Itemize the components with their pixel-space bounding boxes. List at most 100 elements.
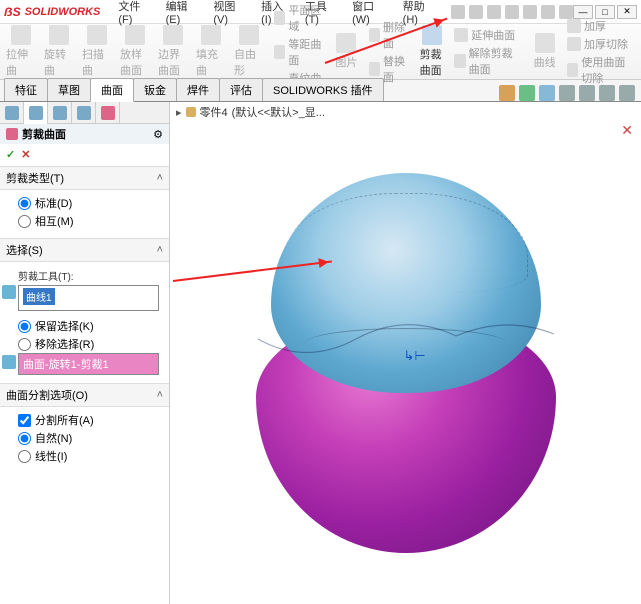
ribbon-curve[interactable]: 曲线 xyxy=(532,33,557,70)
config-icon xyxy=(53,106,67,120)
extrude-icon xyxy=(11,25,31,45)
radio-linear[interactable] xyxy=(18,450,31,463)
ribbon-extend[interactable]: 延伸曲面 xyxy=(454,27,522,43)
surfacecut-icon xyxy=(567,63,578,77)
panel-gear-icon[interactable]: ⚙ xyxy=(153,128,163,141)
breadcrumb[interactable]: ▸ 零件4 (默认<<默认>_显... xyxy=(176,104,325,120)
cancel-button[interactable]: ✕ xyxy=(21,148,30,161)
ribbon-offset[interactable]: 等距曲面 xyxy=(274,36,324,68)
ptab-property[interactable] xyxy=(24,102,48,124)
vt-appearance-icon[interactable] xyxy=(499,85,515,101)
ribbon-trim[interactable]: 剪裁曲面 xyxy=(420,25,445,78)
radio-standard[interactable] xyxy=(18,197,31,210)
tabbar: 特征 草图 曲面 钣金 焊件 评估 SOLIDWORKS 插件 — □ ✕ xyxy=(0,80,641,102)
qat-options-icon[interactable] xyxy=(541,5,555,19)
tab-feature[interactable]: 特征 xyxy=(4,78,48,101)
vt-view-icon[interactable] xyxy=(599,85,615,101)
viewport-close-button[interactable]: ✕ xyxy=(621,122,633,139)
window-close-button[interactable]: ✕ xyxy=(617,5,637,19)
tab-weldment[interactable]: 焊件 xyxy=(176,78,220,101)
vt-hide-icon[interactable] xyxy=(579,85,595,101)
content: 剪裁曲面 ⚙ ✓ ✕ 剪裁类型(T)˄ 标准(D) 相互(M) 选择(S)˄ xyxy=(0,102,641,604)
sweep-icon xyxy=(87,25,107,45)
radio-mutual[interactable] xyxy=(18,215,31,228)
ribbon-revolve[interactable]: 旋转曲 xyxy=(44,25,74,78)
ptab-display[interactable] xyxy=(96,102,120,124)
tab-evaluate[interactable]: 评估 xyxy=(219,78,263,101)
loft-icon xyxy=(125,25,145,45)
section-split-options: 曲面分割选项(O)˄ 分割所有(A) 自然(N) 线性(I) xyxy=(0,383,169,469)
graphics-viewport[interactable]: ▸ 零件4 (默认<<默认>_显... ✕ ↳⊢ xyxy=(170,102,641,604)
property-manager: 剪裁曲面 ⚙ ✓ ✕ 剪裁类型(T)˄ 标准(D) 相互(M) 选择(S)˄ xyxy=(0,102,170,604)
surface-listbox[interactable]: 曲面-旋转1-剪裁1 xyxy=(18,353,159,375)
ribbon-sweep[interactable]: 扫描曲 xyxy=(82,25,112,78)
qat-new-icon[interactable] xyxy=(469,5,483,19)
ribbon-planar[interactable]: 平面区域 xyxy=(274,2,324,34)
tab-sheetmetal[interactable]: 钣金 xyxy=(133,78,177,101)
ribbon-boundary[interactable]: 边界曲面 xyxy=(158,25,188,78)
collapse-icon: ˄ xyxy=(157,244,163,256)
model-egg[interactable]: ↳⊢ xyxy=(256,173,556,553)
trim-tool-label: 剪裁工具(T): xyxy=(18,268,159,283)
radio-natural[interactable] xyxy=(18,432,31,445)
breadcrumb-expand-icon[interactable]: ▸ xyxy=(176,106,182,119)
radio-keep[interactable] xyxy=(18,320,31,333)
brand-label: SOLIDWORKS xyxy=(25,6,101,18)
radio-remove[interactable] xyxy=(18,338,31,351)
qat-print-icon[interactable] xyxy=(523,5,537,19)
menu-view[interactable]: 视图(V) xyxy=(207,0,253,28)
section-selection-header[interactable]: 选择(S)˄ xyxy=(0,238,169,262)
view-toolbar: — □ ✕ xyxy=(499,85,641,101)
window-controls: — □ ✕ xyxy=(573,5,637,19)
ptab-config[interactable] xyxy=(48,102,72,124)
untrim-icon xyxy=(454,54,465,68)
fill-icon xyxy=(201,25,221,45)
menu-file[interactable]: 文件(F) xyxy=(112,0,157,28)
section-split-header[interactable]: 曲面分割选项(O)˄ xyxy=(0,383,169,407)
window-minimize-button[interactable]: — xyxy=(573,5,593,19)
collapse-icon: ˄ xyxy=(157,389,163,401)
part-icon xyxy=(186,107,196,117)
trim-tool-listbox[interactable]: 曲线1 xyxy=(18,285,159,311)
qat-help-icon[interactable] xyxy=(559,5,573,19)
ok-button[interactable]: ✓ xyxy=(6,148,15,161)
section-trim-type-header[interactable]: 剪裁类型(T)˄ xyxy=(0,166,169,190)
tab-surface[interactable]: 曲面 xyxy=(90,78,134,102)
ribbon-loft[interactable]: 放样曲面 xyxy=(120,25,150,78)
ribbon-extrude[interactable]: 拉伸曲 xyxy=(6,25,36,78)
panel-body: 剪裁类型(T)˄ 标准(D) 相互(M) 选择(S)˄ 剪裁工具(T): 曲线1 xyxy=(0,164,169,604)
trim-tool-select-icon[interactable] xyxy=(2,285,16,299)
window-maximize-button[interactable]: □ xyxy=(595,5,615,19)
origin-marker-icon: ↳⊢ xyxy=(404,348,426,364)
deleteface-icon xyxy=(369,28,380,42)
vt-display-icon[interactable] xyxy=(539,85,555,101)
panel-title-row: 剪裁曲面 ⚙ xyxy=(0,124,169,144)
tab-addins[interactable]: SOLIDWORKS 插件 xyxy=(262,78,384,101)
vt-cam-icon[interactable] xyxy=(619,85,635,101)
vt-section-icon[interactable] xyxy=(559,85,575,101)
ptab-feature-tree[interactable] xyxy=(0,102,24,124)
ribbon-thickencut[interactable]: 加厚切除 xyxy=(567,36,635,52)
planar-icon xyxy=(274,11,285,25)
ribbon-freeform[interactable]: 自由形 xyxy=(234,25,264,78)
trim-tool-item[interactable]: 曲线1 xyxy=(23,288,55,305)
qat-save-icon[interactable] xyxy=(505,5,519,19)
vt-scene-icon[interactable] xyxy=(519,85,535,101)
check-split-all[interactable] xyxy=(18,414,31,427)
quick-access-toolbar xyxy=(451,5,573,19)
ribbon-surfacecut[interactable]: 使用曲面切除 xyxy=(567,54,635,86)
property-icon xyxy=(29,106,43,120)
qat-open-icon[interactable] xyxy=(487,5,501,19)
qat-icon[interactable] xyxy=(451,5,465,19)
boundary-icon xyxy=(163,25,183,45)
tab-sketch[interactable]: 草图 xyxy=(47,78,91,101)
ptab-dim[interactable] xyxy=(72,102,96,124)
surface-select-icon[interactable] xyxy=(2,355,16,369)
ribbon-fill[interactable]: 填充曲 xyxy=(196,25,226,78)
ribbon-untrim[interactable]: 解除剪裁曲面 xyxy=(454,45,522,77)
trim-icon xyxy=(422,25,442,45)
ribbon-thicken[interactable]: 加厚 xyxy=(567,18,635,34)
extend-icon xyxy=(454,28,468,42)
ribbon-group-surface: 拉伸曲 旋转曲 扫描曲 放样曲面 边界曲面 填充曲 自由形 xyxy=(6,25,264,78)
menu-edit[interactable]: 编辑(E) xyxy=(160,0,206,28)
